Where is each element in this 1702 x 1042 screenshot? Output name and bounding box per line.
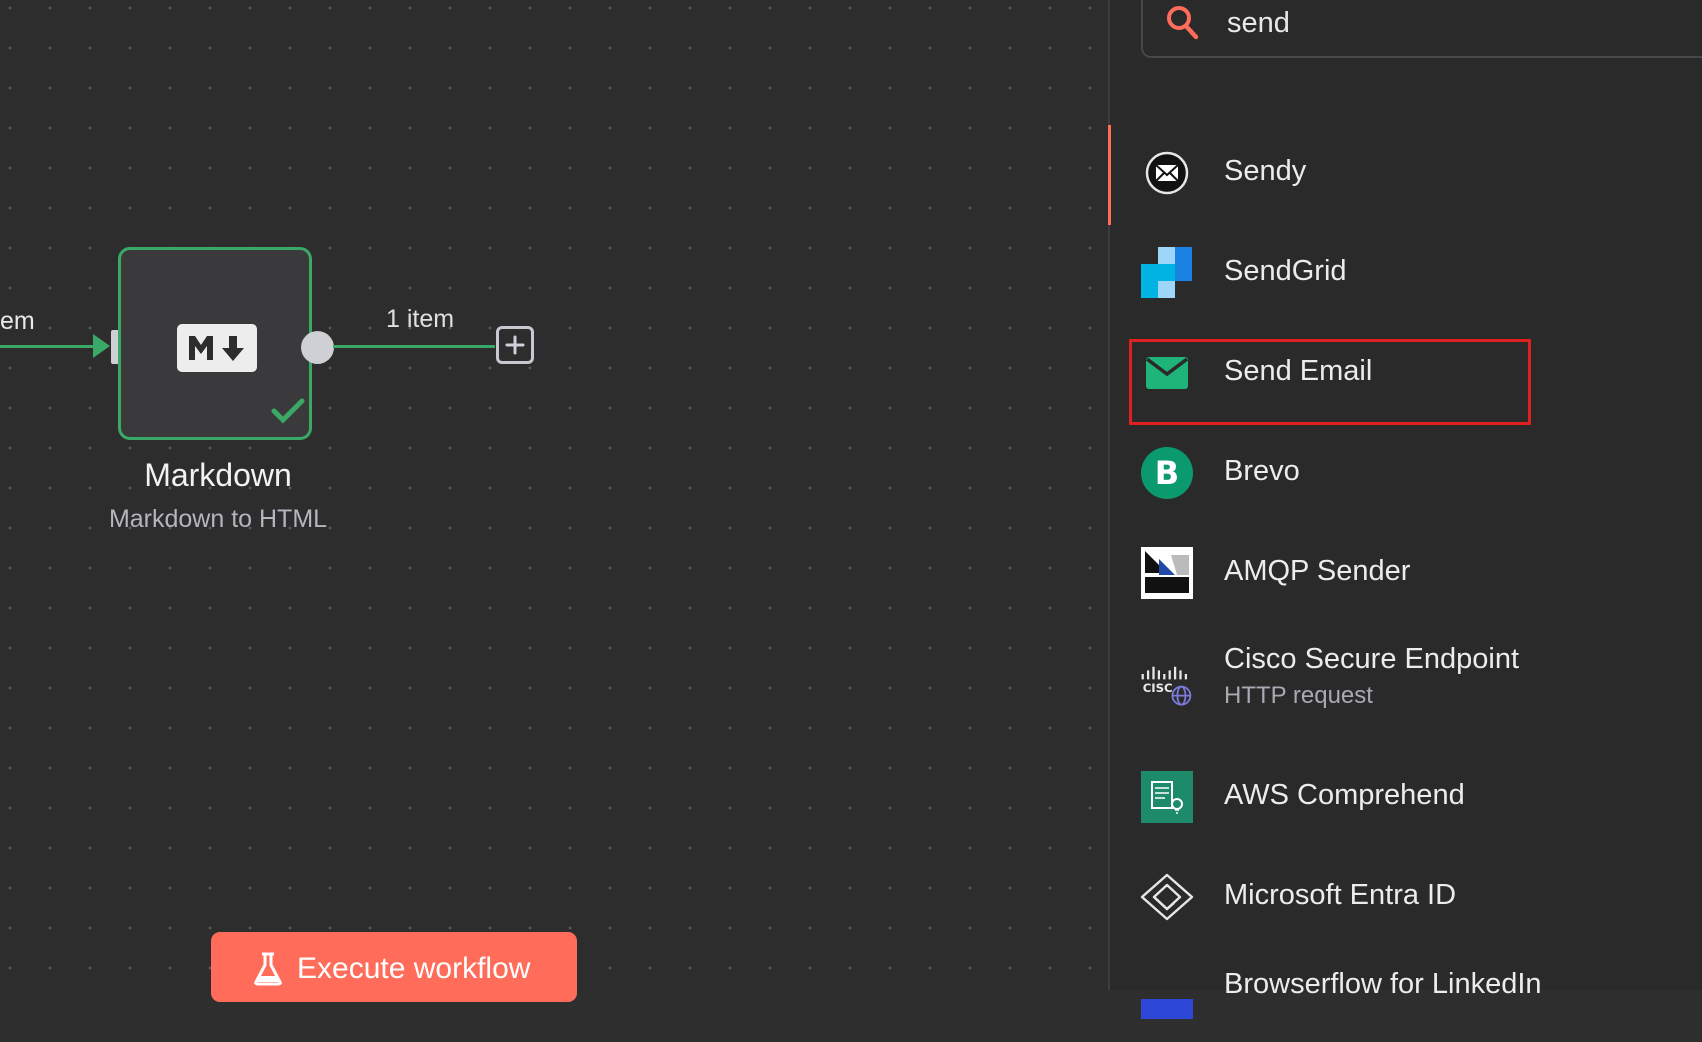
svg-text:B: B	[1155, 454, 1179, 492]
node-output-handle[interactable]	[301, 331, 334, 364]
aws-comprehend-icon	[1140, 770, 1194, 824]
success-check-icon	[271, 398, 305, 424]
incoming-connection-label: em	[0, 307, 35, 335]
result-label: Sendy	[1224, 155, 1307, 187]
flask-icon	[254, 952, 282, 986]
sendy-icon	[1140, 146, 1194, 200]
execute-workflow-label: Execute workflow	[297, 952, 531, 985]
result-item-brevo[interactable]: B Brevo	[1110, 428, 1702, 518]
result-item-sendy[interactable]: Sendy	[1110, 128, 1702, 218]
result-sublabel: HTTP request	[1224, 682, 1373, 709]
svg-text:CISC: CISC	[1143, 681, 1173, 695]
result-item-aws-comprehend[interactable]: AWS Comprehend	[1110, 752, 1702, 842]
result-item-sendgrid[interactable]: SendGrid	[1110, 228, 1702, 318]
add-node-button[interactable]	[496, 326, 534, 364]
item-count-label: 1 item	[386, 305, 455, 333]
incoming-connection[interactable]	[0, 345, 98, 348]
brevo-icon: B	[1140, 446, 1194, 500]
result-label: AWS Comprehend	[1224, 779, 1465, 811]
execute-workflow-button[interactable]: Execute workflow	[211, 932, 577, 1002]
amqp-icon	[1140, 546, 1194, 600]
browserflow-icon	[1140, 982, 1194, 1036]
node-subtitle: Markdown to HTML	[108, 505, 328, 533]
result-label: AMQP Sender	[1224, 555, 1411, 587]
result-label: Microsoft Entra ID	[1224, 879, 1457, 911]
node-creator-panel: Sendy SendGrid Send Email	[1108, 0, 1702, 1019]
result-item-browserflow-for-linkedin[interactable]: Browserflow for LinkedIn	[1110, 952, 1702, 1042]
result-label: Browserflow for LinkedIn	[1224, 968, 1542, 1000]
sendgrid-icon	[1140, 246, 1194, 300]
result-label: Brevo	[1224, 455, 1300, 487]
search-icon	[1167, 6, 1199, 40]
result-item-microsoft-entra-id[interactable]: Microsoft Entra ID	[1110, 852, 1702, 942]
markdown-node[interactable]	[118, 247, 312, 440]
entra-icon	[1140, 870, 1194, 924]
highlight-annotation	[1129, 339, 1531, 425]
markdown-icon	[177, 324, 257, 372]
node-title: Markdown	[144, 457, 292, 493]
search-box[interactable]	[1141, 0, 1702, 58]
workflow-canvas[interactable]: em 1 item Markdown Markdown to HTML Exec…	[0, 0, 1108, 1002]
result-label: Cisco Secure Endpoint	[1224, 643, 1519, 675]
result-item-amqp-sender[interactable]: AMQP Sender	[1110, 528, 1702, 618]
result-label: SendGrid	[1224, 255, 1347, 287]
outgoing-connection[interactable]	[333, 345, 495, 348]
result-item-cisco-secure-endpoint[interactable]: CISC Cisco Secure Endpoint HTTP request	[1110, 628, 1702, 718]
cisco-icon: CISC	[1140, 656, 1194, 710]
search-input[interactable]	[1225, 6, 1629, 41]
connection-arrow-icon	[93, 334, 110, 358]
plus-icon	[505, 335, 525, 355]
